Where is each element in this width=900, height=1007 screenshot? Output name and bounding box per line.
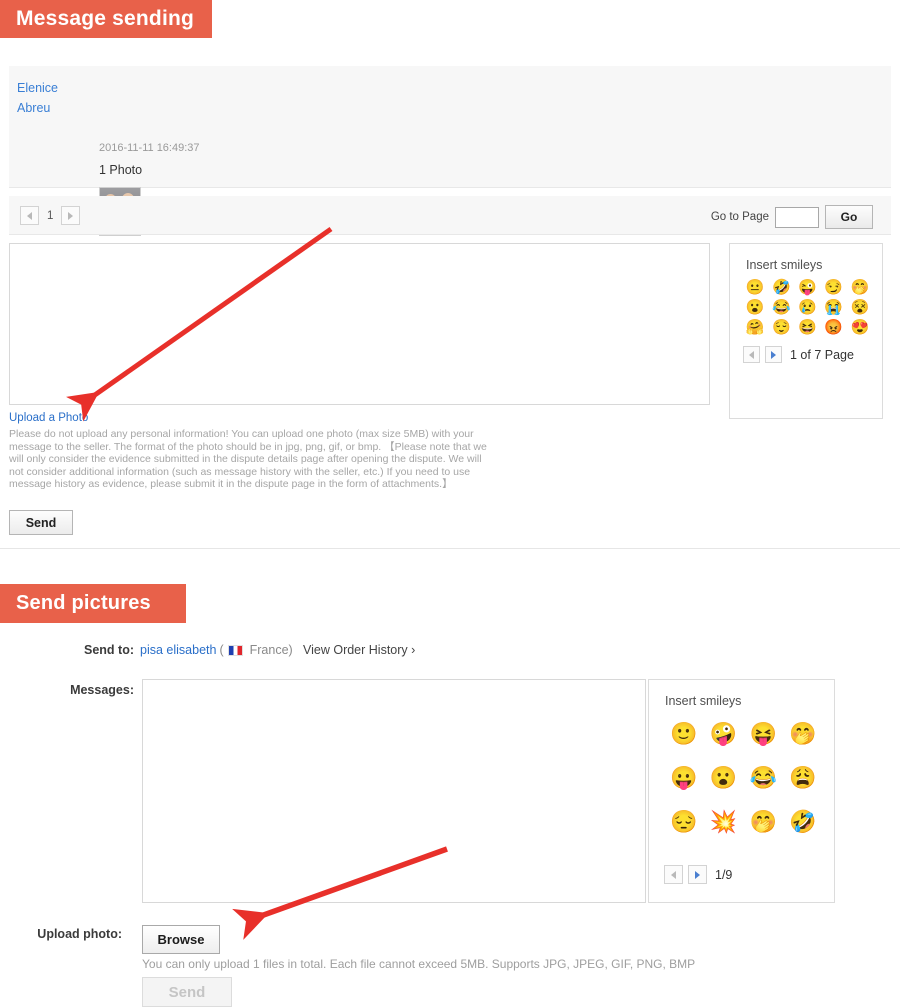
chevron-right-icon[interactable]: [688, 865, 707, 884]
chevron-right-icon[interactable]: [61, 206, 81, 225]
message-sender-last-name: Abreu: [17, 101, 51, 115]
smiley-item[interactable]: 😢: [795, 300, 819, 316]
message-body-text: 1 Photo: [99, 163, 143, 177]
smiley-item[interactable]: 😵: [848, 300, 872, 316]
section-banner-send-pictures: Send pictures: [0, 584, 186, 623]
goto-page-input[interactable]: [775, 206, 819, 228]
smiley-item[interactable]: 😮: [743, 300, 767, 316]
smiley-item[interactable]: 🙂: [667, 722, 701, 746]
goto-page-label: Go to Page: [710, 211, 769, 223]
upload-limits-note: You can only upload 1 files in total. Ea…: [142, 957, 696, 971]
chevron-right-icon[interactable]: [765, 346, 782, 363]
smiley-grid-top: 😐 🤣 😜 😏 🤭 😮 😂 😢 😭 😵 🤗 😌 😆 😡 😍: [730, 272, 882, 336]
browse-button[interactable]: Browse: [142, 925, 220, 954]
smiley-pager-top: 1 of 7 Page: [730, 336, 882, 363]
upload-photo-label: Upload photo:: [37, 927, 122, 941]
smiley-item[interactable]: 😩: [786, 766, 820, 790]
goto-page-group: Go to Page Go: [711, 205, 873, 229]
view-order-history-link[interactable]: View Order History ›: [303, 643, 415, 657]
thread-pager-controls: 1: [20, 206, 81, 225]
smiley-item[interactable]: 💥: [707, 810, 741, 834]
chevron-left-icon[interactable]: [664, 865, 683, 884]
insert-smileys-panel-top: Insert smileys 😐 🤣 😜 😏 🤭 😮 😂 😢 😭 😵 🤗 😌 😆…: [729, 243, 883, 419]
pictures-message-textarea[interactable]: [142, 679, 646, 903]
send-button-top[interactable]: Send: [9, 510, 73, 535]
send-to-label: Send to:: [84, 643, 134, 657]
smiley-item[interactable]: 🤭: [747, 810, 781, 834]
message-sender[interactable]: Elenice Abreu: [17, 78, 87, 118]
smiley-item[interactable]: 😍: [848, 320, 872, 336]
thread-pager-bar: 1 Go to Page Go: [9, 196, 891, 235]
message-compose-textarea[interactable]: [9, 243, 710, 405]
smiley-pager-bottom: 1/9: [664, 865, 732, 884]
smiley-item[interactable]: 🤪: [707, 722, 741, 746]
message-sender-first-name: Elenice: [17, 81, 58, 95]
smiley-item[interactable]: 😮: [707, 766, 741, 790]
recipient-name-link[interactable]: pisa elisabeth: [140, 643, 216, 657]
smiley-item[interactable]: 😌: [769, 320, 793, 336]
message-thread-panel: Elenice Abreu 2016-11-11 16:49:37 1 Phot…: [9, 66, 891, 236]
section-banner-title: Message sending: [16, 7, 195, 30]
smiley-item[interactable]: 😜: [795, 280, 819, 296]
smiley-item[interactable]: 🤣: [769, 280, 793, 296]
smiley-item[interactable]: 🤣: [786, 810, 820, 834]
smiley-item[interactable]: 😡: [822, 320, 846, 336]
message-timestamp: 2016-11-11 16:49:37: [99, 142, 200, 154]
section-banner-message-sending: Message sending: [0, 0, 212, 38]
section-divider: [0, 548, 900, 549]
smiley-item[interactable]: 😏: [822, 280, 846, 296]
smiley-item[interactable]: 😭: [822, 300, 846, 316]
france-flag-icon: [227, 644, 243, 656]
chevron-left-icon[interactable]: [20, 206, 39, 225]
insert-smileys-title: Insert smileys: [746, 258, 823, 272]
section-banner-title: Send pictures: [16, 592, 151, 614]
smiley-item[interactable]: 🤭: [848, 280, 872, 296]
send-button-bottom: Send: [142, 977, 232, 1007]
recipient-country: France): [249, 643, 293, 657]
send-to-value: pisa elisabeth ( France): [140, 643, 293, 657]
smiley-item[interactable]: 🤭: [786, 722, 820, 746]
smiley-page-indicator: 1/9: [715, 867, 733, 882]
smiley-item[interactable]: 😝: [747, 722, 781, 746]
chevron-left-icon[interactable]: [743, 346, 760, 363]
smiley-item[interactable]: 😂: [747, 766, 781, 790]
smiley-item[interactable]: 😐: [743, 280, 767, 296]
insert-smileys-panel-bottom: Insert smileys 🙂 🤪 😝 🤭 😛 😮 😂 😩 😔 💥 🤭 🤣 1…: [648, 679, 835, 903]
smiley-item[interactable]: 🤗: [743, 320, 767, 336]
smiley-item[interactable]: 😛: [667, 766, 701, 790]
upload-notice-text: Please do not upload any personal inform…: [9, 428, 487, 491]
go-button[interactable]: Go: [825, 205, 873, 229]
smiley-grid-bottom: 🙂 🤪 😝 🤭 😛 😮 😂 😩 😔 💥 🤭 🤣: [649, 708, 834, 834]
smiley-page-indicator: 1 of 7 Page: [790, 347, 854, 362]
page-root: Message sending Elenice Abreu 2016-11-11…: [0, 0, 900, 1007]
smiley-item[interactable]: 😆: [795, 320, 819, 336]
messages-label: Messages:: [70, 683, 134, 697]
insert-smileys-title: Insert smileys: [665, 694, 742, 708]
smiley-item[interactable]: 😔: [667, 810, 701, 834]
thread-pager-current-page: 1: [47, 209, 54, 222]
smiley-item[interactable]: 😂: [769, 300, 793, 316]
upload-a-photo-link[interactable]: Upload a Photo: [9, 412, 88, 424]
recipient-paren: (: [219, 643, 224, 657]
